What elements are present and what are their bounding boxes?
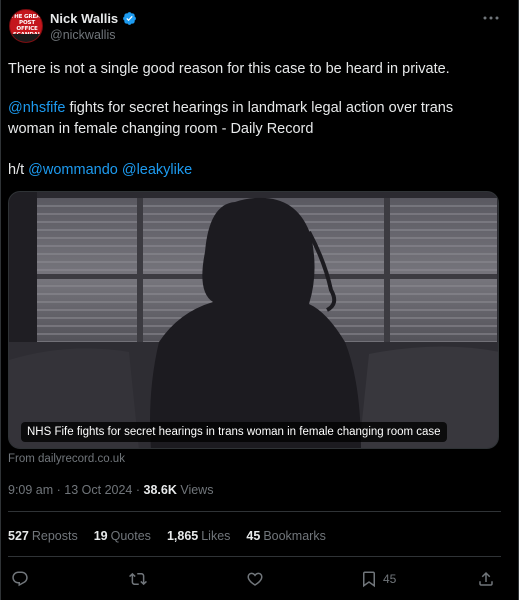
mention-leakylike[interactable]: @leakylike [122,162,192,178]
bookmarks-count: 45 [246,529,261,543]
reposts-label: Reposts [31,529,78,543]
bookmark-button[interactable]: 45 [360,570,396,588]
stat-likes[interactable]: 1,865 Likes [167,529,230,543]
tweet-line-2: @nhsfife fights for secret hearings in l… [8,99,453,118]
avatar-band [10,34,42,42]
stat-bookmarks[interactable]: 45 Bookmarks [246,529,325,543]
heart-icon [247,572,263,586]
divider-top [8,511,501,512]
meta-separator-2: · [132,483,144,497]
repost-button[interactable] [129,570,147,588]
tweet-line-4: h/t @wommando @leakylike [8,161,192,180]
views-label: Views [176,483,214,497]
avatar[interactable]: THE GREAT POST OFFICE SCANDAL [9,9,43,43]
views-count: 38.6K [143,483,177,497]
meta-separator: · [53,483,65,497]
verified-badge-icon [123,11,137,25]
tweet-meta: 9:09 am · 13 Oct 2024 · 38.6K Views [8,483,213,497]
engagement-stats: 527 Reposts 19 Quotes 1,865 Likes 45 Bookmar… [8,529,342,543]
bookmark-icon [363,571,375,588]
more-options-icon[interactable] [482,10,500,26]
like-button[interactable] [246,570,264,588]
reply-button[interactable] [11,570,29,588]
card-caption: NHS Fife fights for secret hearings in t… [21,422,447,442]
user-handle[interactable]: @nickwallis [50,28,115,42]
reposts-count: 527 [8,529,29,543]
tweet-time[interactable]: 9:09 am [8,483,53,497]
likes-label: Likes [201,529,231,543]
quotes-label: Quotes [110,529,151,543]
card-image [9,192,498,448]
name-row: Nick Wallis [50,9,137,27]
tweet-line-2-text: fights for secret hearings in landmark l… [65,100,454,116]
repost-icon [129,572,147,586]
divider-bottom [8,556,501,557]
likes-count: 1,865 [166,529,199,543]
action-bar: 45 [1,566,519,592]
share-button[interactable] [477,570,495,588]
display-name[interactable]: Nick Wallis [50,11,118,26]
tweet-date[interactable]: 13 Oct 2024 [64,483,132,497]
tweet-line-1: There is not a single good reason for th… [8,61,450,77]
stat-reposts[interactable]: 527 Reposts [8,529,78,543]
mention-wommando[interactable]: @wommando [28,162,118,178]
mention-nhsfife[interactable]: @nhsfife [8,100,65,116]
share-icon [479,571,493,586]
tweet-container: THE GREAT POST OFFICE SCANDAL Nick Walli… [0,0,519,600]
tweet-line-3: woman in female changing room - Daily Re… [8,121,314,137]
quotes-count: 19 [93,529,108,543]
card-source[interactable]: From dailyrecord.co.uk [8,453,125,465]
bookmark-count: 45 [383,572,397,586]
tweet-header: THE GREAT POST OFFICE SCANDAL Nick Walli… [1,0,519,52]
bookmarks-label: Bookmarks [263,529,326,543]
reply-icon [12,571,28,587]
link-card[interactable]: NHS Fife fights for secret hearings in t… [8,191,499,449]
stat-quotes[interactable]: 19 Quotes [94,529,151,543]
hat-tip-prefix: h/t [8,162,29,178]
